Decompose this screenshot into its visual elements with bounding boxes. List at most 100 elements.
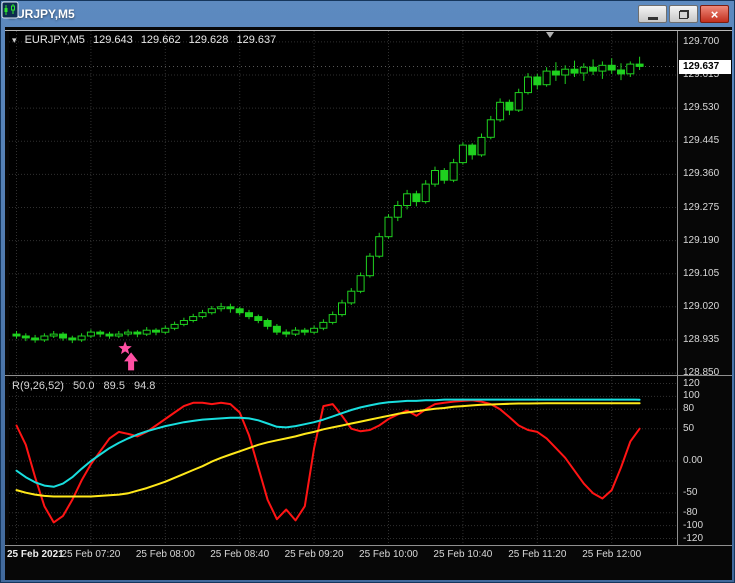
time-axis-label: 25 Feb 08:00 (135, 549, 195, 560)
header-low: 129.628 (188, 34, 229, 46)
indicator-value-3: 94.8 (134, 380, 156, 392)
restore-button[interactable] (669, 5, 698, 23)
indicator-axis-label: 100 (683, 390, 700, 402)
candle (114, 333, 123, 337)
indicator-axis-label: 80 (683, 403, 695, 415)
candle (570, 68, 579, 74)
chart-client-area: ▾ EURJPY,M5 129.643 129.662 129.628 129.… (5, 27, 732, 580)
candle (477, 136, 486, 156)
indicator-pane[interactable] (9, 377, 677, 545)
candle (254, 316, 263, 322)
candle (291, 329, 300, 335)
candle (589, 66, 598, 72)
candle (607, 64, 616, 71)
price-axis-label: 129.020 (683, 300, 720, 312)
candle (524, 76, 532, 94)
indicator-axis-label: -50 (683, 487, 698, 499)
candle (617, 69, 625, 75)
time-axis-label: 25 Feb 12:00 (582, 549, 642, 560)
price-axis-label: 129.105 (683, 267, 720, 279)
candle (412, 193, 421, 203)
candle (403, 193, 412, 207)
price-axis-label: 128.935 (683, 333, 720, 345)
candle (626, 63, 635, 75)
header-symbol: EURJPY,M5 (24, 34, 85, 46)
candle (77, 335, 86, 341)
time-axis-label: 25 Feb 10:00 (359, 549, 418, 560)
candle (235, 308, 244, 314)
candle (328, 314, 337, 323)
candle (68, 337, 77, 341)
candle (207, 308, 216, 314)
candle (40, 335, 49, 341)
candle (533, 76, 542, 86)
one-click-trading-arrow[interactable]: ▾ (12, 35, 17, 45)
candle (440, 170, 449, 181)
minimize-icon (647, 17, 658, 20)
indicator-axis-label: -80 (683, 506, 698, 518)
buy-signal-arrow (124, 352, 139, 371)
candle (272, 325, 281, 333)
indicator-axis-label: 120 (683, 377, 700, 389)
candle (245, 312, 253, 318)
time-axis-label: 25 Feb 11:20 (508, 549, 567, 560)
candle (421, 183, 430, 203)
candle (310, 327, 319, 333)
indicator-axis-label: 50 (683, 422, 695, 434)
candle (12, 333, 21, 337)
candle (449, 162, 458, 181)
candle (198, 312, 207, 318)
buy-signal-star (118, 341, 132, 355)
candle (375, 236, 384, 257)
candle (635, 63, 644, 67)
chart-shift-marker (546, 32, 554, 38)
price-scale[interactable]: 129.700 129.615 129.530 129.445 129.360 129.2… (678, 27, 732, 545)
candle (217, 306, 226, 310)
candle (598, 64, 607, 72)
pane-separator[interactable] (5, 375, 732, 376)
candle (142, 329, 151, 335)
candle (561, 68, 570, 76)
candle (458, 144, 467, 164)
price-axis-label: 129.360 (683, 168, 720, 180)
indicator-axis-label: -100 (683, 519, 704, 531)
indicator-name: R(9,26,52) (12, 380, 64, 392)
candle (170, 323, 179, 329)
time-axis[interactable]: 25 Feb 2021 25 Feb 07:20 25 Feb 08:00 25 Fe… (5, 546, 732, 566)
candle (356, 275, 365, 292)
candle (468, 144, 477, 156)
candle (21, 335, 30, 339)
candle (105, 333, 114, 337)
indicator-header: R(9,26,52) 50.0 89.5 94.8 (12, 380, 161, 392)
candle (226, 306, 235, 310)
indicator-value-1: 50.0 (73, 380, 95, 392)
close-button[interactable]: × (700, 5, 729, 23)
candle (49, 333, 58, 337)
price-chart-pane[interactable] (9, 31, 677, 375)
candle (579, 66, 588, 74)
candle (319, 321, 328, 329)
time-axis-label: 25 Feb 10:40 (433, 549, 493, 560)
candle (263, 320, 272, 327)
time-axis-label: 25 Feb 2021 (7, 549, 64, 560)
price-axis-label: 129.700 (683, 35, 720, 47)
minimize-button[interactable] (638, 5, 667, 23)
price-axis-label: 129.530 (683, 102, 720, 114)
candle (496, 101, 505, 121)
candle (338, 302, 346, 316)
candle (152, 329, 160, 333)
candle (384, 216, 393, 238)
candle (161, 327, 170, 333)
r26-line (15, 398, 641, 488)
time-axis-label: 25 Feb 09:20 (284, 549, 344, 560)
candle (365, 255, 374, 277)
candle (282, 331, 291, 335)
price-axis-label: 129.190 (683, 234, 720, 246)
chart-ohlc-header: ▾ EURJPY,M5 129.643 129.662 129.628 129.… (12, 34, 281, 46)
candle (486, 119, 495, 138)
restore-icon (678, 9, 689, 19)
candle (189, 316, 198, 322)
chart-app-icon[interactable] (1, 1, 19, 19)
titlebar[interactable]: EURJPY,M5 × (1, 1, 733, 26)
candle (514, 92, 523, 111)
